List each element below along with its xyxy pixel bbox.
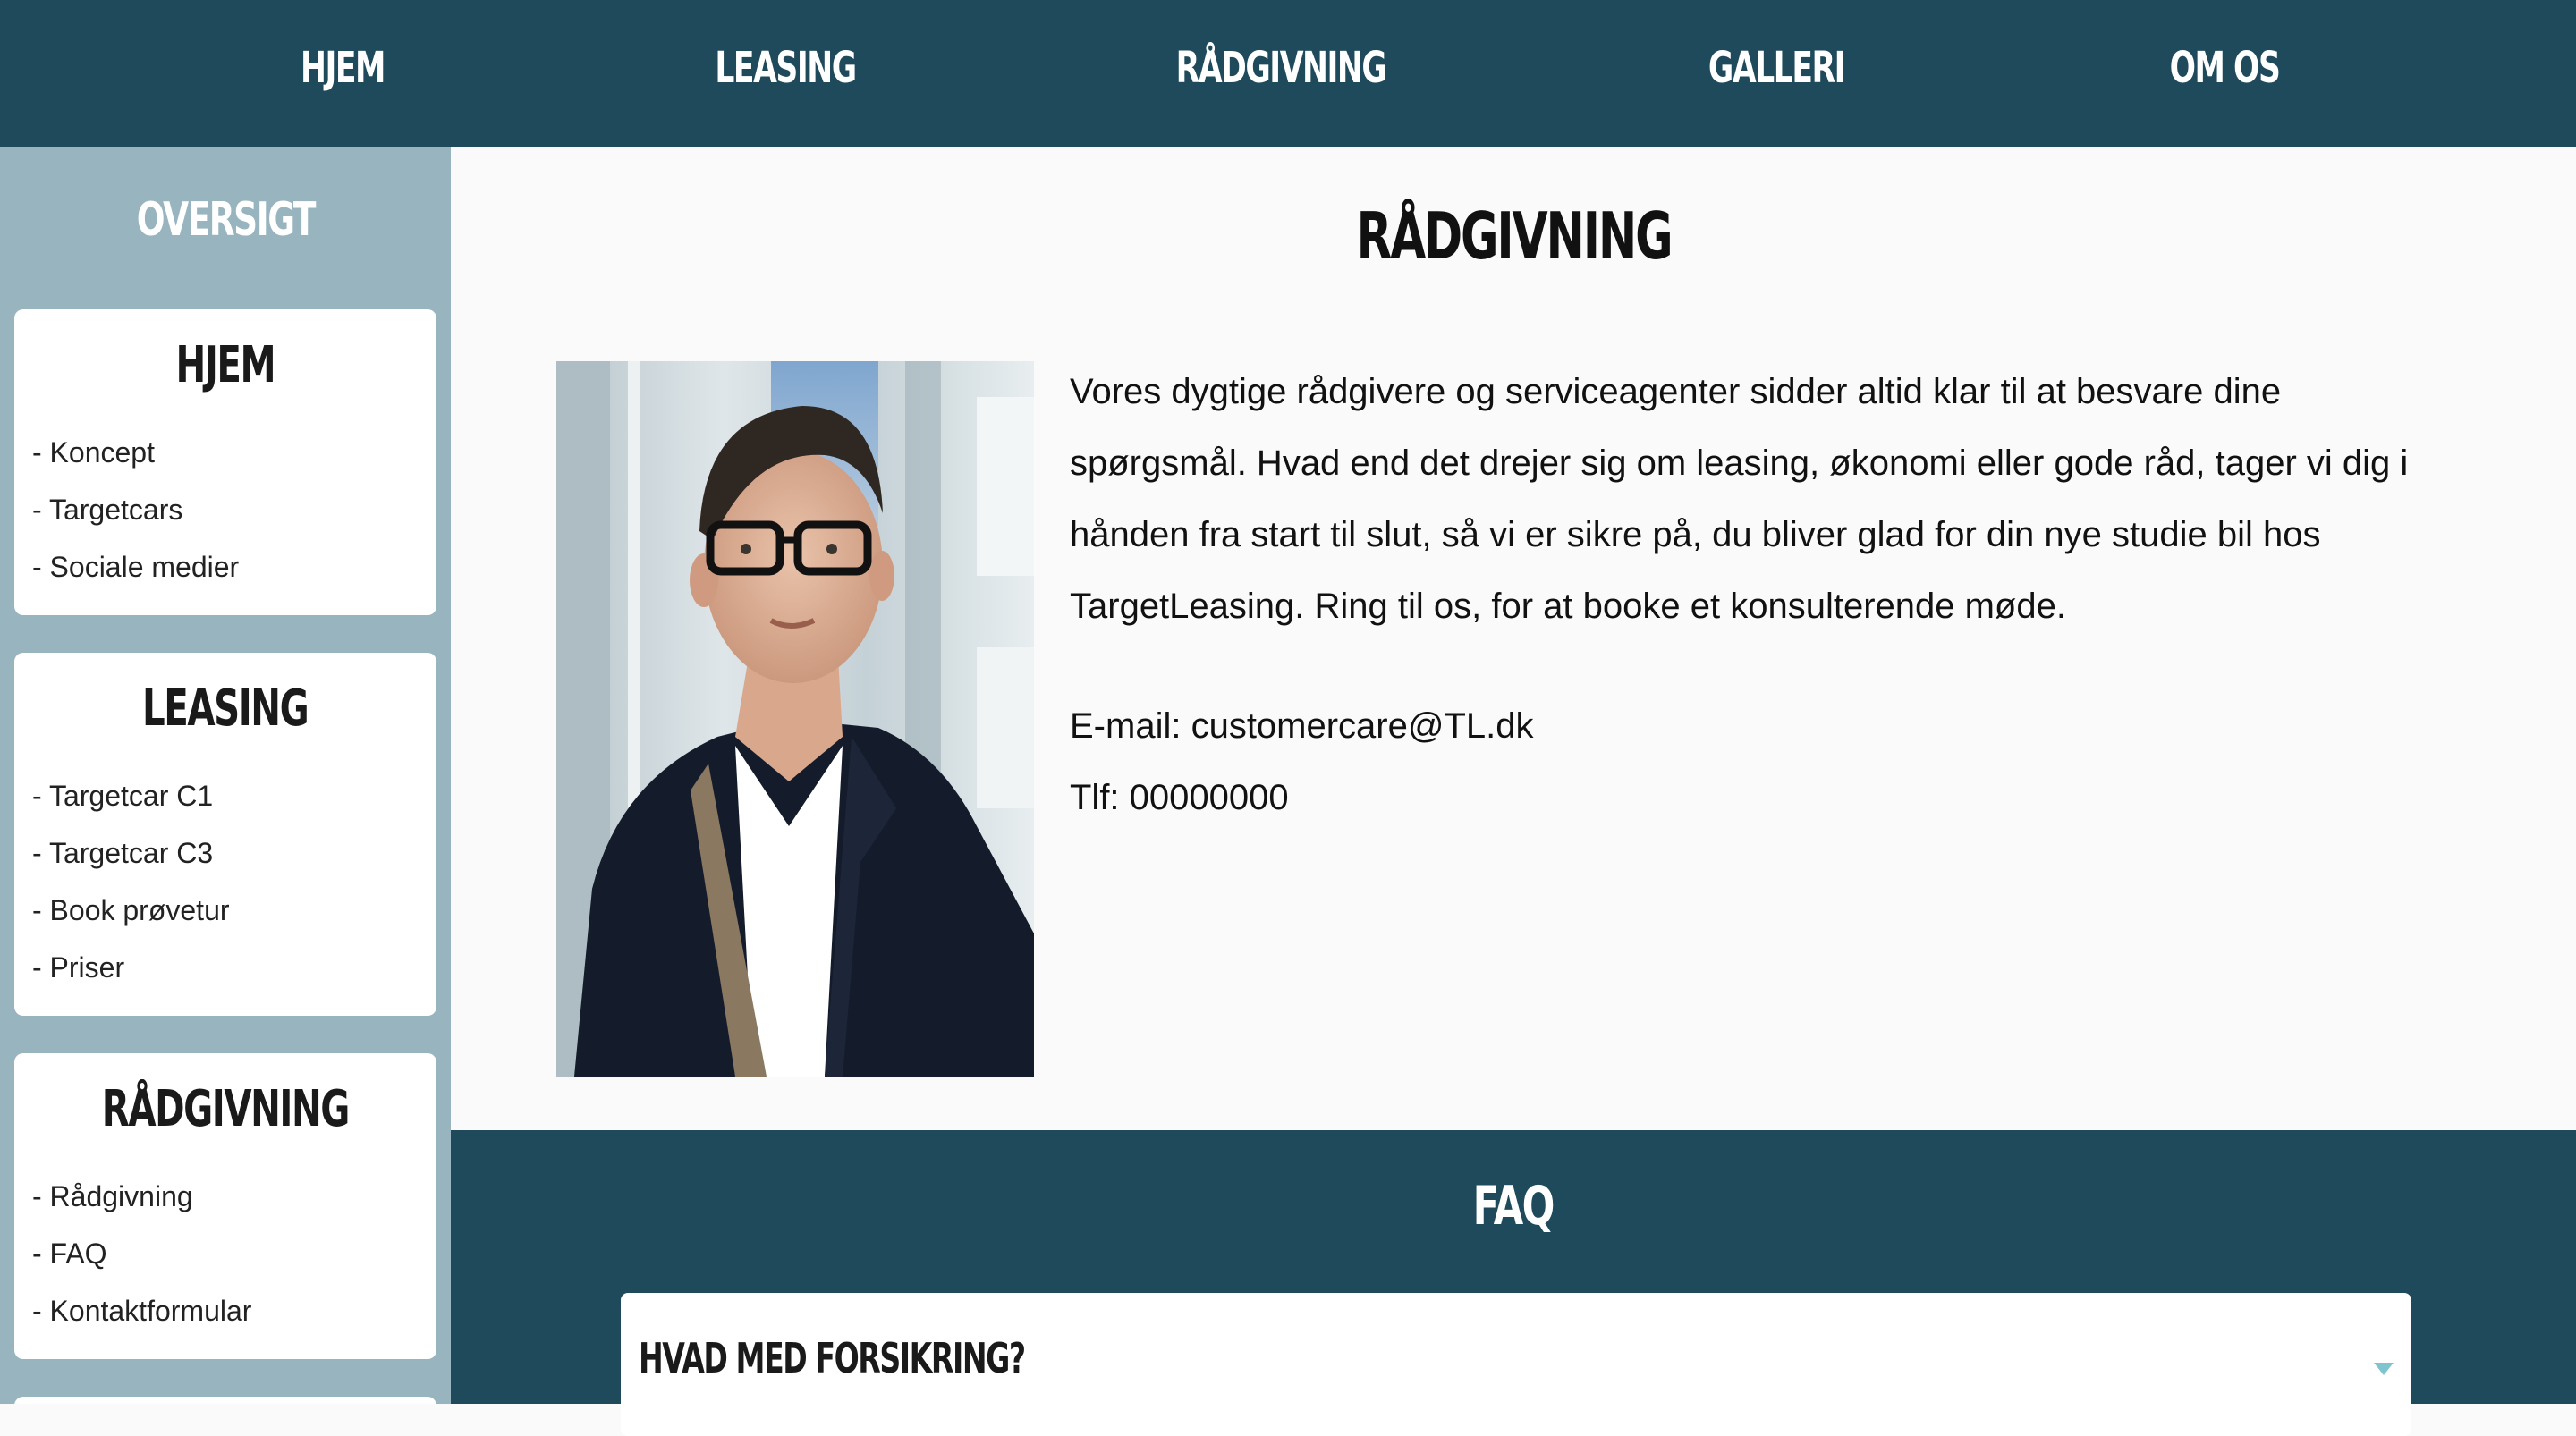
sidebar-link-targetcar-c3[interactable]: - Targetcar C3 bbox=[32, 837, 213, 870]
contact-email: E-mail: customercare@TL.dk bbox=[1070, 706, 1534, 746]
nav-link-galleri[interactable]: GALLERI bbox=[1682, 0, 1870, 136]
sidebar-link-targetcar-c1[interactable]: - Targetcar C1 bbox=[32, 780, 213, 813]
faq-item[interactable]: HVAD MED FORSIKRING? bbox=[621, 1293, 2411, 1436]
intro-text: Vores dygtige rådgivere og serviceagente… bbox=[1070, 372, 2409, 626]
sidebar-title: OVERSIGT bbox=[136, 193, 316, 247]
sidebar-link-faq[interactable]: - FAQ bbox=[32, 1237, 107, 1271]
faq-question: HVAD MED FORSIKRING? bbox=[639, 1334, 1026, 1382]
sidebar-card-leasing: LEASING - Targetcar C1 - Targetcar C3 - … bbox=[14, 653, 436, 1016]
contact-phone: Tlf: 00000000 bbox=[1070, 778, 1289, 817]
sidebar-card-radgivning: RÅDGIVNING - Rådgivning - FAQ - Kontaktf… bbox=[14, 1053, 436, 1359]
nav-link-om-os[interactable]: OM OS bbox=[2148, 0, 2301, 136]
sidebar-link-targetcars[interactable]: - Targetcars bbox=[32, 494, 182, 527]
page-title: RÅDGIVNING bbox=[1355, 199, 1673, 274]
caret-down-icon[interactable] bbox=[2374, 1363, 2394, 1375]
nav-link-radgivning[interactable]: RÅDGIVNING bbox=[1135, 0, 1427, 136]
sidebar-link-priser[interactable]: - Priser bbox=[32, 951, 124, 984]
advisor-portrait-graphic bbox=[556, 361, 1034, 1077]
sidebar: OVERSIGT HJEM - Koncept - Targetcars - S… bbox=[0, 147, 451, 1404]
nav-link-hjem[interactable]: HJEM bbox=[284, 0, 402, 136]
advisor-portrait bbox=[556, 361, 1034, 1077]
faq-section: FAQ HVAD MED FORSIKRING? bbox=[451, 1130, 2576, 1436]
sidebar-link-sociale-medier[interactable]: - Sociale medier bbox=[32, 551, 239, 584]
faq-title: FAQ bbox=[1472, 1175, 1555, 1237]
sidebar-link-kontaktformular[interactable]: - Kontaktformular bbox=[32, 1295, 251, 1328]
nav-link-leasing[interactable]: LEASING bbox=[688, 0, 884, 136]
sidebar-card-hjem: HJEM - Koncept - Targetcars - Sociale me… bbox=[14, 309, 436, 615]
sidebar-link-koncept[interactable]: - Koncept bbox=[32, 436, 155, 469]
top-navigation: HJEM LEASING RÅDGIVNING GALLERI OM OS bbox=[0, 0, 2576, 147]
sidebar-card-next bbox=[14, 1397, 436, 1404]
sidebar-card-title: LEASING bbox=[142, 680, 309, 738]
sidebar-link-book-provetur[interactable]: - Book prøvetur bbox=[32, 894, 230, 927]
sidebar-card-title: HJEM bbox=[175, 336, 276, 394]
sidebar-link-radgivning[interactable]: - Rådgivning bbox=[32, 1180, 193, 1213]
sidebar-card-title: RÅDGIVNING bbox=[101, 1080, 351, 1138]
